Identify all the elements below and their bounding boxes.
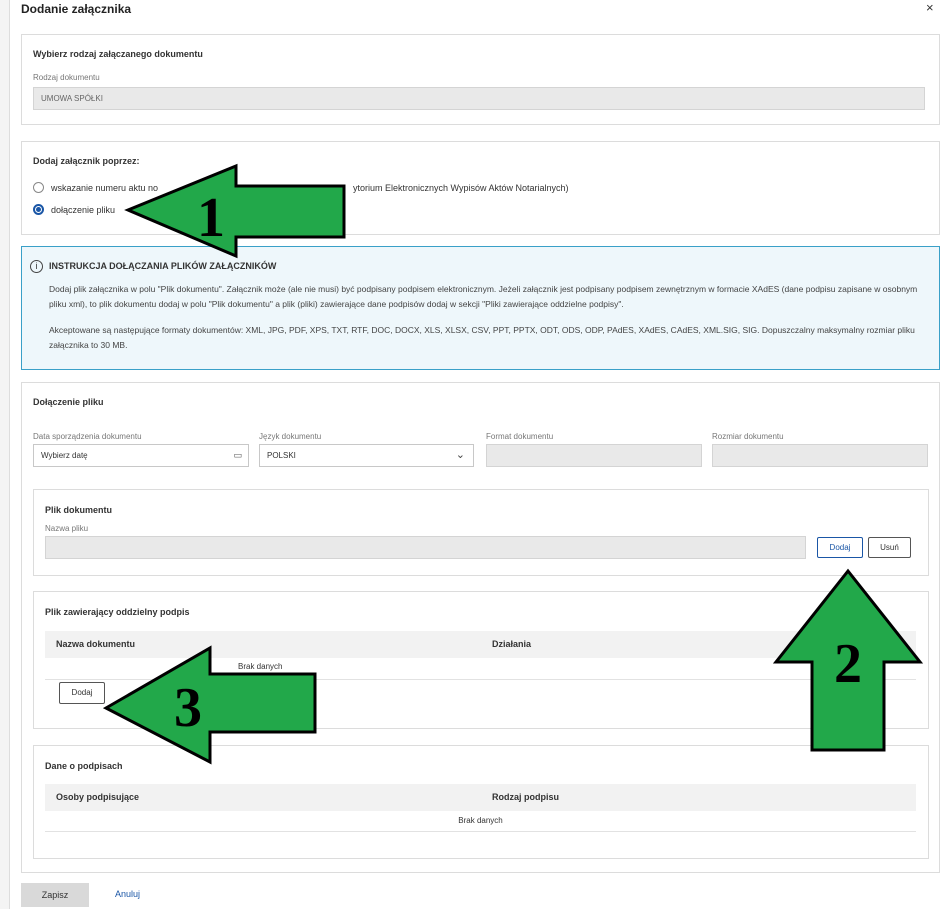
arrow-2-number: 2 [834,633,862,695]
annotation-arrows: 1 2 3 [102,163,924,765]
arrow-1-shape [124,163,346,259]
arrow-3-shape [102,645,317,765]
arrow-3-number: 3 [174,677,202,739]
arrow-1-number: 1 [197,187,225,249]
